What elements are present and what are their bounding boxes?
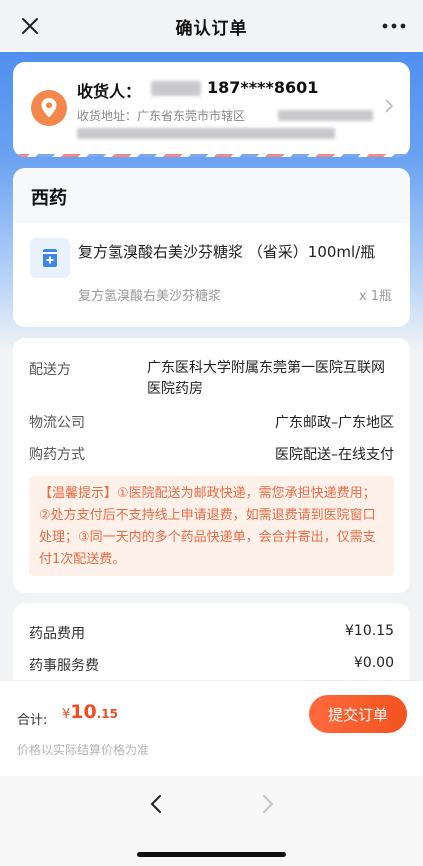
medicine-thumbnail bbox=[30, 238, 70, 278]
home-indicator bbox=[137, 852, 286, 857]
medicine-section-header: 西药 bbox=[13, 168, 410, 223]
service-fee-value: ¥0.00 bbox=[353, 655, 394, 671]
back-arrow-icon[interactable] bbox=[148, 794, 164, 814]
chevron-right-icon bbox=[385, 99, 394, 113]
airmail-border bbox=[13, 154, 410, 157]
purchase-method-value: 医院配送–在线支付 bbox=[275, 447, 394, 463]
medicine-generic-name: 复方氢溴酸右美沙芬糖浆 bbox=[78, 289, 222, 304]
warm-notice: 【温馨提示】①医院配送为邮政快递，需您承担快递费用；②处方支付后不支持线上申请退… bbox=[29, 476, 394, 576]
address-label: 收货地址： bbox=[77, 109, 138, 123]
close-icon[interactable] bbox=[18, 14, 42, 38]
logistics-label: 物流公司 bbox=[29, 415, 85, 431]
delivery-label: 配送方 bbox=[29, 362, 71, 378]
more-icon[interactable] bbox=[381, 22, 407, 30]
page-title: 确认订单 bbox=[175, 18, 248, 39]
total-price: ¥10.15 bbox=[62, 701, 118, 723]
drug-fee-label: 药品费用 bbox=[29, 626, 85, 642]
browser-toolbar bbox=[0, 776, 423, 866]
medicine-quantity: x 1瓶 bbox=[358, 289, 392, 304]
delivery-info-card: 配送方 广东医科大学附属东莞第一医院互联网医院药房 物流公司 广东邮政–广东地区… bbox=[13, 338, 410, 593]
medicine-section-title: 西药 bbox=[31, 188, 67, 209]
address-redacted-1 bbox=[278, 110, 373, 121]
recipient-label: 收货人： bbox=[77, 82, 142, 101]
medicine-box-icon bbox=[43, 249, 57, 267]
price-disclaimer: 价格以实际结算价格为准 bbox=[17, 743, 150, 757]
order-summary-bar: 合计: ¥10.15 价格以实际结算价格为准 提交订单 bbox=[0, 680, 423, 776]
service-fee-label: 药事服务费 bbox=[29, 658, 99, 674]
total-integer: 10 bbox=[70, 701, 97, 723]
submit-order-button[interactable]: 提交订单 bbox=[309, 695, 407, 733]
recipient-phone: 187****8601 bbox=[207, 78, 319, 97]
total-label: 合计: bbox=[17, 713, 48, 728]
total-decimal: .15 bbox=[96, 707, 118, 721]
delivery-value: 广东医科大学附属东莞第一医院互联网医院药房 bbox=[147, 360, 385, 397]
address-redacted-2 bbox=[77, 128, 335, 139]
address-line: 收货地址：广东省东莞市市辖区 bbox=[77, 107, 245, 124]
purchase-method-label: 购药方式 bbox=[29, 447, 85, 463]
medicine-card: 西药 复方氢溴酸右美沙芬糖浆 （省采）100ml/瓶 复方氢溴酸右美沙芬糖浆 x… bbox=[13, 168, 410, 327]
medicine-name: 复方氢溴酸右美沙芬糖浆 （省采）100ml/瓶 bbox=[78, 243, 376, 261]
nav-bar: 确认订单 bbox=[0, 0, 423, 52]
address-card[interactable]: 收货人： 187****8601 收货地址：广东省东莞市市辖区 bbox=[13, 62, 410, 157]
recipient-name-redacted bbox=[151, 81, 201, 96]
location-pin-icon bbox=[31, 90, 67, 126]
address-text: 广东省东莞市市辖区 bbox=[137, 109, 246, 123]
forward-arrow-icon[interactable] bbox=[260, 794, 276, 814]
logistics-value: 广东邮政–广东地区 bbox=[275, 415, 394, 431]
drug-fee-value: ¥10.15 bbox=[345, 623, 394, 639]
